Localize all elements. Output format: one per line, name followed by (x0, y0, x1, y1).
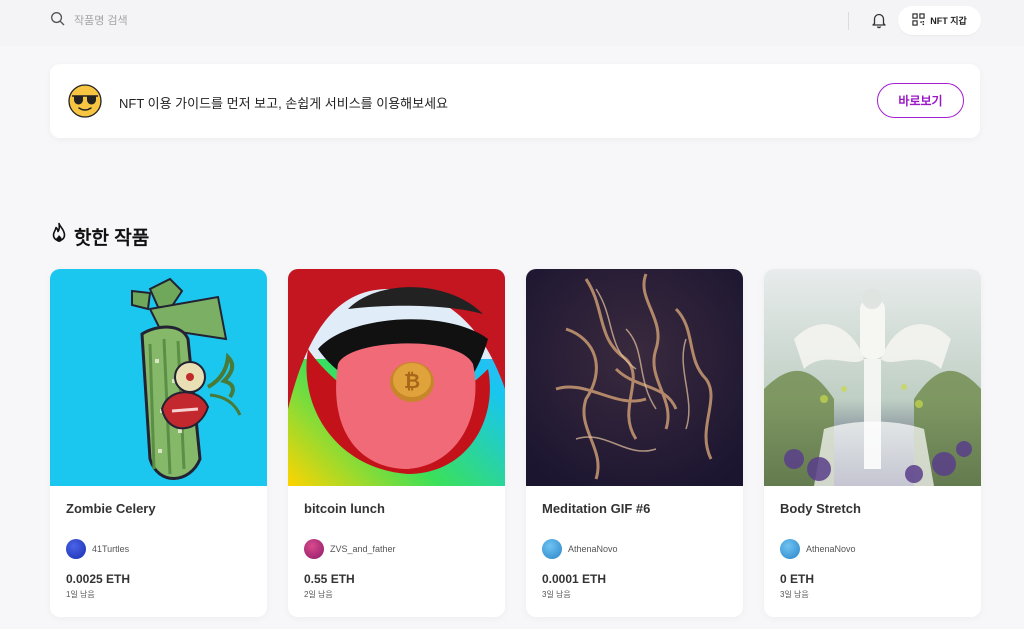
view-guide-button[interactable]: 바로보기 (877, 83, 964, 118)
hot-works-heading: 핫한 작품 (50, 222, 149, 250)
creator-info[interactable]: AthenaNovo (542, 539, 618, 559)
creator-avatar[interactable] (780, 539, 800, 559)
creator-name[interactable]: AthenaNovo (806, 544, 856, 554)
artwork-card[interactable]: Zombie Celery 41Turtles 0.0025 ETH 1일 남음 (50, 269, 267, 617)
artwork-price: 0.0001 ETH (542, 572, 607, 586)
creator-avatar[interactable] (304, 539, 324, 559)
top-bar: NFT 지갑 (0, 0, 1024, 46)
artwork-title[interactable]: Meditation GIF #6 (542, 501, 650, 516)
artwork-price: 0 ETH (780, 572, 815, 586)
time-remaining: 3일 남음 (780, 590, 809, 599)
creator-name[interactable]: AthenaNovo (568, 544, 618, 554)
sunglasses-emoji-icon (68, 84, 102, 118)
artwork-image[interactable] (526, 269, 743, 486)
guide-banner: NFT 이용 가이드를 먼저 보고, 손쉽게 서비스를 이용해보세요 바로보기 (50, 64, 980, 138)
artwork-image[interactable]: ₿ (288, 269, 505, 486)
creator-name[interactable]: ZVS_and_father (330, 544, 396, 554)
nft-wallet-button[interactable]: NFT 지갑 (898, 6, 981, 35)
creator-avatar[interactable] (542, 539, 562, 559)
search-bar[interactable] (50, 11, 274, 31)
artwork-price: 0.55 ETH (304, 572, 355, 586)
creator-name[interactable]: 41Turtles (92, 544, 129, 554)
artwork-price: 0.0025 ETH (66, 572, 131, 586)
search-icon[interactable] (50, 11, 65, 31)
time-remaining: 2일 남음 (304, 590, 333, 599)
artwork-title[interactable]: bitcoin lunch (304, 501, 385, 516)
nft-wallet-label: NFT 지갑 (930, 16, 967, 26)
flame-icon (50, 222, 68, 250)
artwork-image[interactable] (50, 269, 267, 486)
banner-message: NFT 이용 가이드를 먼저 보고, 손쉽게 서비스를 이용해보세요 (119, 96, 449, 111)
creator-info[interactable]: ZVS_and_father (304, 539, 396, 559)
creator-info[interactable]: AthenaNovo (780, 539, 856, 559)
header-divider (848, 12, 849, 30)
artwork-card[interactable]: Meditation GIF #6 AthenaNovo 0.0001 ETH … (526, 269, 743, 617)
section-title: 핫한 작품 (74, 227, 150, 249)
notification-bell-icon[interactable] (870, 11, 888, 29)
artwork-image[interactable] (764, 269, 981, 486)
artwork-card[interactable]: Body Stretch AthenaNovo 0 ETH 3일 남음 (764, 269, 981, 617)
creator-info[interactable]: 41Turtles (66, 539, 129, 559)
time-remaining: 3일 남음 (542, 590, 571, 599)
artwork-title[interactable]: Zombie Celery (66, 501, 156, 516)
svg-text:₿: ₿ (404, 369, 420, 393)
time-remaining: 1일 남음 (66, 590, 95, 599)
artwork-card[interactable]: ₿ bitcoin lunch ZVS_and_father 0.55 ETH … (288, 269, 505, 617)
qr-code-icon (912, 13, 925, 28)
search-input[interactable] (74, 15, 274, 27)
artwork-title[interactable]: Body Stretch (780, 501, 861, 516)
creator-avatar[interactable] (66, 539, 86, 559)
